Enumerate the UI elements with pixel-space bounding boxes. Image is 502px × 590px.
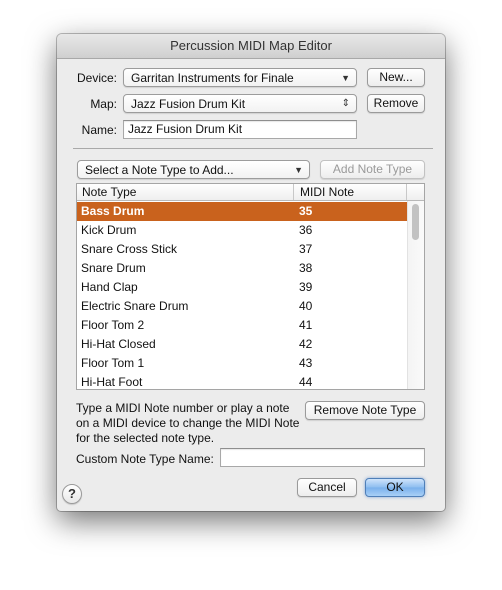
remove-map-button[interactable]: Remove <box>367 94 425 113</box>
custom-name-field[interactable] <box>220 448 425 467</box>
note-type-cell: Bass Drum <box>81 204 145 218</box>
table-row[interactable]: Hand Clap 39 <box>77 278 409 297</box>
table-row[interactable]: Floor Tom 1 43 <box>77 354 409 373</box>
midi-map-editor-window: Percussion MIDI Map Editor Device: Garri… <box>57 34 445 511</box>
table-row[interactable]: Hi-Hat Foot 44 <box>77 373 409 389</box>
note-type-cell: Hi-Hat Foot <box>81 375 143 389</box>
ok-button[interactable]: OK <box>365 478 425 497</box>
info-text: Type a MIDI Note number or play a note o… <box>76 401 300 445</box>
cancel-button[interactable]: Cancel <box>297 478 357 497</box>
map-popup-value: Jazz Fusion Drum Kit <box>131 97 246 111</box>
note-type-table[interactable]: Note Type MIDI Note Bass Drum 35 Kick Drum… <box>76 183 425 390</box>
note-type-cell: Kick Drum <box>81 223 137 237</box>
scrollbar[interactable] <box>407 201 424 389</box>
midi-note-cell[interactable]: 40 <box>299 297 312 316</box>
map-label: Map: <box>90 97 117 111</box>
name-label: Name: <box>81 123 117 137</box>
map-popup[interactable]: Jazz Fusion Drum Kit ⇕ <box>123 94 357 113</box>
table-row[interactable]: Hi-Hat Closed 42 <box>77 335 409 354</box>
table-row[interactable]: Kick Drum 36 <box>77 221 409 240</box>
table-row[interactable]: Snare Cross Stick 37 <box>77 240 409 259</box>
column-header-spacer <box>406 184 424 200</box>
note-type-cell: Electric Snare Drum <box>81 299 189 313</box>
midi-note-cell[interactable]: 44 <box>299 373 312 389</box>
midi-note-cell[interactable]: 41 <box>299 316 312 335</box>
midi-note-cell[interactable]: 38 <box>299 259 312 278</box>
note-type-cell: Snare Drum <box>81 261 146 275</box>
table-rows: Bass Drum 35 Kick Drum 36 Snare Cross Stick 3… <box>77 202 409 389</box>
midi-note-cell[interactable]: 37 <box>299 240 312 259</box>
window-title: Percussion MIDI Map Editor <box>57 34 445 59</box>
column-header-note-type[interactable]: Note Type <box>82 184 136 200</box>
table-row[interactable]: Floor Tom 2 41 <box>77 316 409 335</box>
add-note-type-button[interactable]: Add Note Type <box>320 160 425 179</box>
midi-note-cell[interactable]: 35 <box>299 202 312 221</box>
note-type-cell: Hand Clap <box>81 280 138 294</box>
midi-note-cell[interactable]: 36 <box>299 221 312 240</box>
stepper-arrows-icon: ⇕ <box>341 98 350 109</box>
column-header-midi-note[interactable]: MIDI Note <box>293 184 354 200</box>
midi-note-cell[interactable]: 43 <box>299 354 312 373</box>
dropdown-arrow-icon: ▼ <box>341 73 350 83</box>
note-type-cell: Floor Tom 1 <box>81 356 145 370</box>
dropdown-arrow-icon: ▼ <box>294 165 303 175</box>
midi-note-cell[interactable]: 39 <box>299 278 312 297</box>
custom-name-label: Custom Note Type Name: <box>76 452 214 466</box>
scrollbar-thumb[interactable] <box>412 204 419 240</box>
note-type-popup-value: Select a Note Type to Add... <box>85 163 234 177</box>
table-row[interactable]: Snare Drum 38 <box>77 259 409 278</box>
table-row[interactable]: Bass Drum 35 <box>77 202 409 221</box>
new-button[interactable]: New... <box>367 68 425 87</box>
table-row[interactable]: Electric Snare Drum 40 <box>77 297 409 316</box>
remove-note-type-button[interactable]: Remove Note Type <box>305 401 425 420</box>
device-popup[interactable]: Garritan Instruments for Finale ▼ <box>123 68 357 87</box>
note-type-cell: Hi-Hat Closed <box>81 337 156 351</box>
separator <box>73 148 433 149</box>
note-type-cell: Snare Cross Stick <box>81 242 178 256</box>
device-label: Device: <box>76 71 117 85</box>
table-header: Note Type MIDI Note <box>77 184 424 201</box>
note-type-cell: Floor Tom 2 <box>81 318 145 332</box>
name-field[interactable]: Jazz Fusion Drum Kit <box>123 120 357 139</box>
note-type-popup[interactable]: Select a Note Type to Add... ▼ <box>77 160 310 179</box>
midi-note-cell[interactable]: 42 <box>299 335 312 354</box>
device-popup-value: Garritan Instruments for Finale <box>131 71 294 85</box>
help-button[interactable]: ? <box>62 484 82 504</box>
